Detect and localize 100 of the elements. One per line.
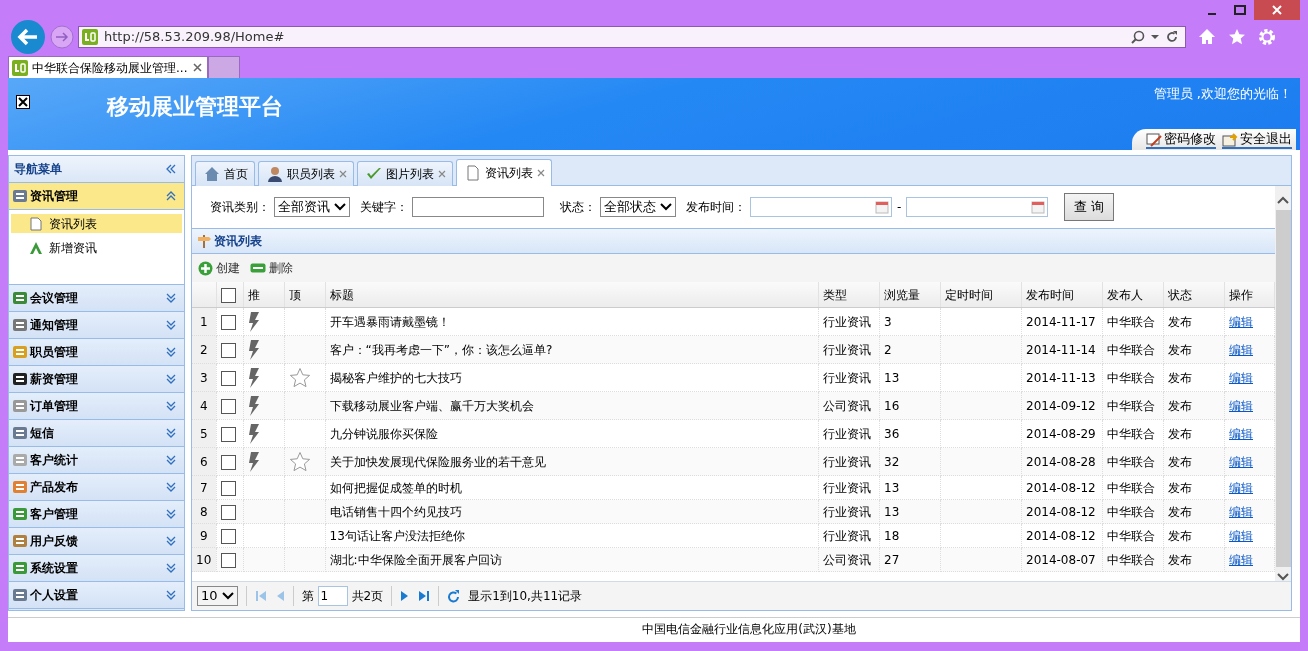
page-number-field[interactable]: 1 [317,586,348,606]
chevron-icon [166,590,176,600]
menu-section[interactable]: 用户反馈 [9,528,184,555]
row-checkbox[interactable] [220,314,236,330]
menu-icon [12,533,28,549]
category-select[interactable]: 全部资讯 [274,197,350,217]
star-icon[interactable] [288,366,311,389]
tab[interactable]: 资讯列表 [456,159,552,186]
row-number: 2 [199,342,208,357]
url-text: http://58.53.209.98/Home# [104,29,286,45]
menu-section[interactable]: 短信 [9,420,184,447]
menu-section[interactable]: 职员管理 [9,339,184,366]
collapse-icon[interactable] [166,164,176,174]
status-select[interactable]: 全部状态 [600,197,676,217]
table-cell: 发布 [1168,480,1192,495]
table-cell: 中华联合 [1107,314,1155,329]
row-number: 8 [199,504,208,519]
scroll-up-icon[interactable] [1277,196,1289,204]
lightning-icon[interactable] [247,451,260,472]
row-checkbox[interactable] [220,528,236,544]
menu-section[interactable]: 通知管理 [9,312,184,339]
search-icon[interactable] [1131,30,1145,44]
select-all-checkbox[interactable] [220,287,236,303]
scrollbar[interactable] [1275,186,1291,581]
calendar-icon[interactable] [875,200,889,214]
edit-link[interactable]: 编辑 [1229,528,1253,543]
pencil-icon [1146,131,1162,147]
maximize-icon [1234,5,1246,15]
table-cell: 如何把握促成签单的时机 [329,480,462,495]
edit-link[interactable]: 编辑 [1229,480,1253,495]
home-icon[interactable] [1198,28,1216,46]
person-icon [267,166,283,182]
page-size-select[interactable]: 10 [197,586,238,606]
date-field[interactable] [750,197,892,217]
table-cell: 行业资讯 [823,504,871,519]
back-button[interactable] [10,19,46,55]
close-icon[interactable] [438,170,446,178]
menu-section[interactable]: 系统设置 [9,555,184,582]
chevron-icon [166,482,176,492]
menu-item[interactable]: 新增资讯 [11,238,182,257]
lightning-icon[interactable] [247,367,260,388]
column-header: 状态 [1168,287,1192,302]
table-cell: 2 [884,342,892,357]
menu-section[interactable]: 薪资管理 [9,366,184,393]
close-icon[interactable] [339,170,347,178]
edit-link[interactable]: 编辑 [1229,426,1253,441]
refresh-icon[interactable] [447,589,461,603]
table-cell: 发布 [1168,342,1192,357]
menu-icon [12,452,28,468]
edit-link[interactable]: 编辑 [1229,314,1253,329]
menu-section[interactable]: 产品发布 [9,474,184,501]
star-icon[interactable] [288,450,311,473]
row-checkbox[interactable] [220,398,236,414]
menu-section[interactable]: 客户管理 [9,501,184,528]
row-checkbox[interactable] [220,370,236,386]
site-icon [82,29,98,45]
edit-link[interactable]: 编辑 [1229,370,1253,385]
date-field[interactable] [906,197,1049,217]
table-cell: 行业资讯 [823,314,871,329]
tab[interactable]: 职员列表 [258,161,354,186]
settings-icon[interactable] [1258,28,1276,46]
lightning-icon[interactable] [247,339,260,360]
menu-section[interactable]: 个人设置 [9,582,184,609]
keyword-field[interactable] [412,197,544,217]
create-button[interactable]: 创建 [198,260,240,276]
caret-icon[interactable] [1151,34,1159,40]
delete-button[interactable]: 删除 [250,260,293,276]
table-cell: 公司资讯 [823,552,871,567]
menu-item[interactable]: 资讯列表 [11,214,182,233]
browser-tab[interactable]: 中华联合保险移动展业管理... [8,56,208,78]
lightning-icon[interactable] [247,395,260,416]
row-checkbox[interactable] [220,454,236,470]
close-icon[interactable] [193,63,202,72]
refresh-icon[interactable] [1165,30,1179,44]
close-button[interactable] [1254,0,1300,20]
table-cell: 27 [884,552,900,567]
lightning-icon[interactable] [247,311,260,332]
menu-section[interactable]: 订单管理 [9,393,184,420]
chevron-icon [166,563,176,573]
row-checkbox[interactable] [220,504,236,520]
scroll-down-icon[interactable] [1277,573,1289,581]
last-page-icon[interactable] [418,590,431,602]
row-checkbox[interactable] [220,426,236,442]
tab[interactable]: 图片列表 [357,161,453,186]
table-cell: 3 [884,314,892,329]
menu-section[interactable]: 会议管理 [9,285,184,312]
query-button[interactable]: 查 询 [1064,193,1115,221]
lightning-icon[interactable] [247,423,260,444]
star-icon[interactable] [1228,28,1246,46]
row-checkbox[interactable] [220,480,236,496]
row-checkbox[interactable] [220,552,236,568]
tab[interactable]: 首页 [195,161,255,186]
menu-section[interactable]: 资讯管理 [9,183,184,210]
document-icon [29,216,43,231]
plus-icon [198,260,213,276]
menu-section[interactable]: 客户统计 [9,447,184,474]
calendar-icon[interactable] [1031,200,1046,214]
address-bar[interactable]: http://58.53.209.98/Home# [78,26,1186,48]
row-checkbox[interactable] [220,342,236,358]
close-icon[interactable] [537,169,545,177]
